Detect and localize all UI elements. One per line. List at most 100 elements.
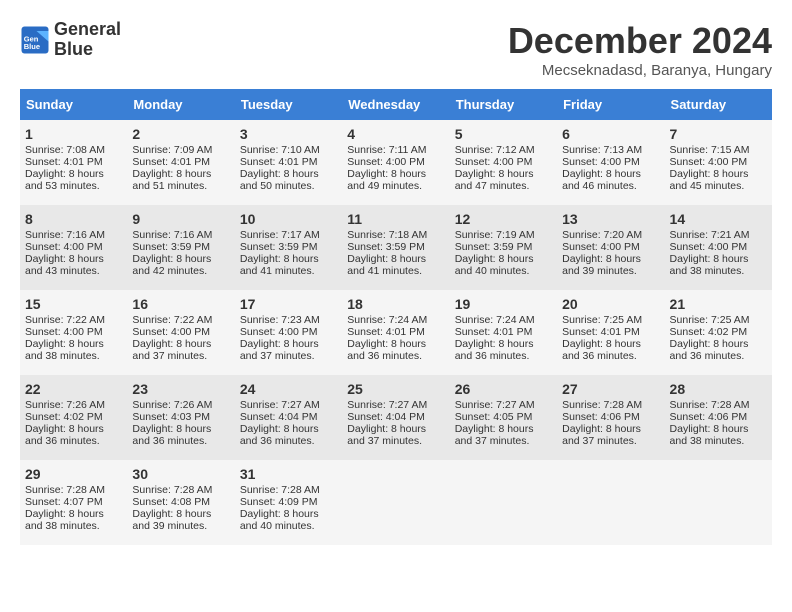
day-info-line: Daylight: 8 hours xyxy=(562,423,659,435)
day-number: 25 xyxy=(347,381,444,397)
day-info-line: Sunrise: 7:24 AM xyxy=(455,314,552,326)
calendar-cell: 9Sunrise: 7:16 AMSunset: 3:59 PMDaylight… xyxy=(127,205,234,290)
day-info-line: Daylight: 8 hours xyxy=(240,508,337,520)
calendar-cell: 13Sunrise: 7:20 AMSunset: 4:00 PMDayligh… xyxy=(557,205,664,290)
calendar-cell: 28Sunrise: 7:28 AMSunset: 4:06 PMDayligh… xyxy=(665,375,772,460)
day-info-line: Sunrise: 7:15 AM xyxy=(670,144,767,156)
calendar-week-row: 1Sunrise: 7:08 AMSunset: 4:01 PMDaylight… xyxy=(20,120,772,205)
calendar-cell: 8Sunrise: 7:16 AMSunset: 4:00 PMDaylight… xyxy=(20,205,127,290)
day-info-line: Sunrise: 7:26 AM xyxy=(25,399,122,411)
day-number: 16 xyxy=(132,296,229,312)
day-info-line: Sunset: 4:08 PM xyxy=(132,496,229,508)
day-info-line: Sunrise: 7:11 AM xyxy=(347,144,444,156)
day-info-line: Sunrise: 7:22 AM xyxy=(25,314,122,326)
day-info-line: Daylight: 8 hours xyxy=(455,423,552,435)
day-info-line: Daylight: 8 hours xyxy=(25,508,122,520)
day-info-line: Sunset: 4:01 PM xyxy=(562,326,659,338)
day-number: 24 xyxy=(240,381,337,397)
calendar-cell: 20Sunrise: 7:25 AMSunset: 4:01 PMDayligh… xyxy=(557,290,664,375)
day-info-line: and 37 minutes. xyxy=(132,350,229,362)
calendar-week-row: 8Sunrise: 7:16 AMSunset: 4:00 PMDaylight… xyxy=(20,205,772,290)
day-info-line: Sunset: 3:59 PM xyxy=(240,241,337,253)
calendar-cell: 5Sunrise: 7:12 AMSunset: 4:00 PMDaylight… xyxy=(450,120,557,205)
day-info-line: Sunset: 4:01 PM xyxy=(25,156,122,168)
location: Mecseknadasd, Baranya, Hungary xyxy=(508,62,772,79)
day-info-line: Sunset: 4:00 PM xyxy=(670,156,767,168)
day-number: 28 xyxy=(670,381,767,397)
day-info-line: and 36 minutes. xyxy=(670,350,767,362)
day-info-line: and 37 minutes. xyxy=(347,435,444,447)
day-number: 18 xyxy=(347,296,444,312)
day-info-line: Sunset: 4:07 PM xyxy=(25,496,122,508)
calendar-cell: 18Sunrise: 7:24 AMSunset: 4:01 PMDayligh… xyxy=(342,290,449,375)
day-info-line: and 37 minutes. xyxy=(455,435,552,447)
day-info-line: Sunrise: 7:26 AM xyxy=(132,399,229,411)
day-info-line: Sunset: 4:02 PM xyxy=(25,411,122,423)
day-info-line: Daylight: 8 hours xyxy=(670,338,767,350)
calendar-cell: 14Sunrise: 7:21 AMSunset: 4:00 PMDayligh… xyxy=(665,205,772,290)
day-number: 4 xyxy=(347,126,444,142)
day-number: 1 xyxy=(25,126,122,142)
day-number: 13 xyxy=(562,211,659,227)
day-info-line: Daylight: 8 hours xyxy=(562,168,659,180)
day-info-line: Sunset: 4:02 PM xyxy=(670,326,767,338)
day-info-line: Daylight: 8 hours xyxy=(132,423,229,435)
day-info-line: Sunset: 4:01 PM xyxy=(347,326,444,338)
day-number: 12 xyxy=(455,211,552,227)
calendar-week-row: 22Sunrise: 7:26 AMSunset: 4:02 PMDayligh… xyxy=(20,375,772,460)
day-info-line: Sunrise: 7:16 AM xyxy=(132,229,229,241)
day-number: 17 xyxy=(240,296,337,312)
day-info-line: and 36 minutes. xyxy=(132,435,229,447)
weekday-header: Tuesday xyxy=(235,89,342,120)
day-info-line: Sunrise: 7:28 AM xyxy=(670,399,767,411)
day-number: 5 xyxy=(455,126,552,142)
calendar-week-row: 15Sunrise: 7:22 AMSunset: 4:00 PMDayligh… xyxy=(20,290,772,375)
day-info-line: Sunrise: 7:23 AM xyxy=(240,314,337,326)
day-info-line: Sunrise: 7:28 AM xyxy=(132,484,229,496)
day-number: 2 xyxy=(132,126,229,142)
day-info-line: Daylight: 8 hours xyxy=(562,253,659,265)
day-info-line: Daylight: 8 hours xyxy=(455,253,552,265)
day-info-line: Sunset: 3:59 PM xyxy=(455,241,552,253)
day-info-line: and 53 minutes. xyxy=(25,180,122,192)
day-info-line: and 50 minutes. xyxy=(240,180,337,192)
page-header: Gen Blue General Blue December 2024 Mecs… xyxy=(20,20,772,79)
day-info-line: and 38 minutes. xyxy=(670,435,767,447)
calendar-cell: 12Sunrise: 7:19 AMSunset: 3:59 PMDayligh… xyxy=(450,205,557,290)
day-info-line: Daylight: 8 hours xyxy=(25,168,122,180)
day-info-line: Daylight: 8 hours xyxy=(132,253,229,265)
day-info-line: Daylight: 8 hours xyxy=(240,423,337,435)
calendar-cell xyxy=(342,460,449,545)
day-info-line: Daylight: 8 hours xyxy=(25,253,122,265)
calendar-cell: 24Sunrise: 7:27 AMSunset: 4:04 PMDayligh… xyxy=(235,375,342,460)
day-number: 11 xyxy=(347,211,444,227)
calendar-cell: 22Sunrise: 7:26 AMSunset: 4:02 PMDayligh… xyxy=(20,375,127,460)
logo-line2: Blue xyxy=(54,40,121,60)
calendar-cell: 15Sunrise: 7:22 AMSunset: 4:00 PMDayligh… xyxy=(20,290,127,375)
day-info-line: and 41 minutes. xyxy=(347,265,444,277)
day-info-line: and 36 minutes. xyxy=(455,350,552,362)
calendar-cell: 27Sunrise: 7:28 AMSunset: 4:06 PMDayligh… xyxy=(557,375,664,460)
day-info-line: Sunset: 4:00 PM xyxy=(240,326,337,338)
day-info-line: Sunset: 4:00 PM xyxy=(670,241,767,253)
calendar-cell: 11Sunrise: 7:18 AMSunset: 3:59 PMDayligh… xyxy=(342,205,449,290)
day-info-line: Sunset: 4:05 PM xyxy=(455,411,552,423)
logo: Gen Blue General Blue xyxy=(20,20,121,60)
day-info-line: and 45 minutes. xyxy=(670,180,767,192)
day-info-line: and 36 minutes. xyxy=(347,350,444,362)
day-info-line: Daylight: 8 hours xyxy=(347,423,444,435)
day-number: 23 xyxy=(132,381,229,397)
calendar-cell: 3Sunrise: 7:10 AMSunset: 4:01 PMDaylight… xyxy=(235,120,342,205)
month-title: December 2024 xyxy=(508,20,772,62)
weekday-header-row: SundayMondayTuesdayWednesdayThursdayFrid… xyxy=(20,89,772,120)
day-number: 8 xyxy=(25,211,122,227)
calendar-cell: 30Sunrise: 7:28 AMSunset: 4:08 PMDayligh… xyxy=(127,460,234,545)
logo-line1: General xyxy=(54,20,121,40)
day-info-line: Daylight: 8 hours xyxy=(240,168,337,180)
day-info-line: Sunset: 4:00 PM xyxy=(562,241,659,253)
day-info-line: Daylight: 8 hours xyxy=(347,338,444,350)
weekday-header: Thursday xyxy=(450,89,557,120)
day-number: 26 xyxy=(455,381,552,397)
day-info-line: Sunset: 4:06 PM xyxy=(670,411,767,423)
weekday-header: Monday xyxy=(127,89,234,120)
